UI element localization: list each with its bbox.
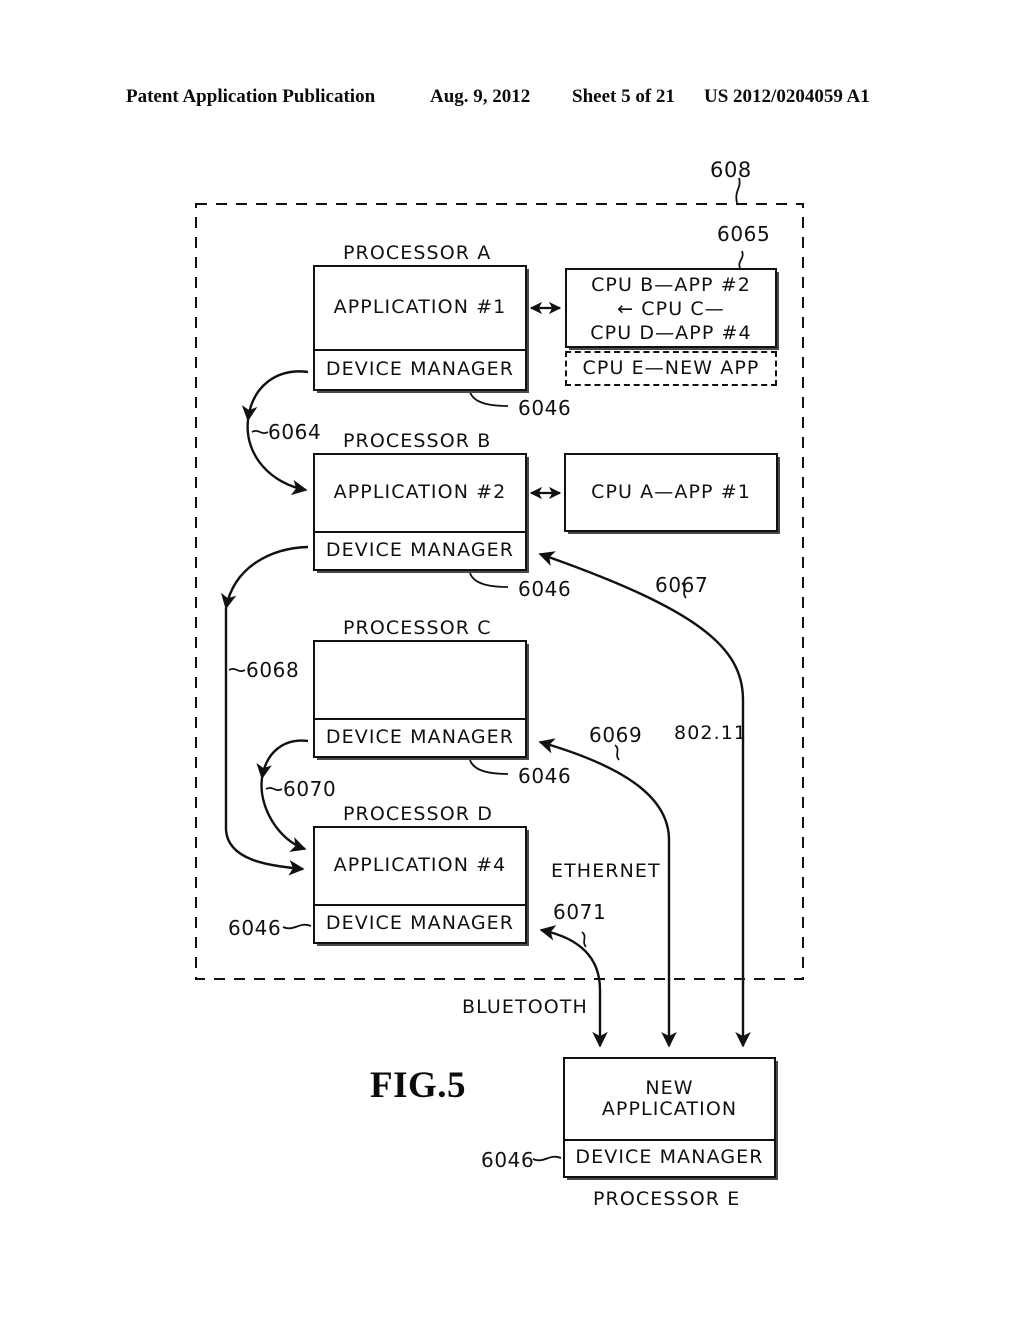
processor-e-title: PROCESSOR E xyxy=(593,1188,741,1210)
patent-sheet: Patent Application Publication Aug. 9, 2… xyxy=(0,0,1024,1320)
processor-e-device-manager: DEVICE MANAGER xyxy=(575,1146,764,1169)
ref-6067: 6067 xyxy=(655,573,709,597)
processor-d-box: APPLICATION #4 DEVICE MANAGER xyxy=(313,826,527,944)
ref-6065: 6065 xyxy=(717,222,771,246)
cpu-assignment-line-2: ← CPU C— xyxy=(617,297,725,320)
header-publication: Patent Application Publication xyxy=(126,86,376,107)
processor-b-application: APPLICATION #2 xyxy=(333,481,507,504)
ref-6046-processor-b: 6046 xyxy=(518,577,572,601)
ref-6064: 6064 xyxy=(268,420,322,444)
processor-c-application xyxy=(315,642,525,718)
ref-6069: 6069 xyxy=(589,723,643,747)
processor-a-application: APPLICATION #1 xyxy=(333,296,507,319)
ref-6070: 6070 xyxy=(283,777,337,801)
header-sheet: Sheet 5 of 21 xyxy=(572,86,675,107)
processor-e-application: NEW APPLICATION xyxy=(601,1076,738,1120)
ref-6046-processor-a: 6046 xyxy=(518,396,572,420)
processor-b-device-manager: DEVICE MANAGER xyxy=(325,538,515,561)
processor-d-title: PROCESSOR D xyxy=(343,803,493,825)
cpu-assignment-line-1: CPU B—APP #2 xyxy=(591,273,751,296)
cpu-assignment-line-3: CPU D—APP #4 xyxy=(590,321,752,344)
ref-6046-processor-c: 6046 xyxy=(518,764,572,788)
processor-a-title: PROCESSOR A xyxy=(343,242,492,264)
header-patent-number: US 2012/0204059 A1 xyxy=(704,86,870,107)
cpu-assignment-pending-label: CPU E—NEW APP xyxy=(582,356,760,379)
ref-6071: 6071 xyxy=(553,900,607,924)
processor-d-application: APPLICATION #4 xyxy=(333,854,507,877)
processor-c-title: PROCESSOR C xyxy=(343,617,492,639)
label-bluetooth: BLUETOOTH xyxy=(462,996,588,1018)
header-date: Aug. 9, 2012 xyxy=(430,86,531,107)
processor-c-device-manager: DEVICE MANAGER xyxy=(325,725,515,748)
ref-608: 608 xyxy=(710,158,752,182)
cpu-assignment-box: CPU B—APP #2 ← CPU C— CPU D—APP #4 xyxy=(565,268,777,348)
processor-b-title: PROCESSOR B xyxy=(343,430,492,452)
cpu-a-app-label: CPU A—APP #1 xyxy=(591,480,751,503)
processor-c-box: DEVICE MANAGER xyxy=(313,640,527,758)
ref-6068: 6068 xyxy=(246,658,300,682)
cpu-assignment-pending-box: CPU E—NEW APP xyxy=(565,351,777,386)
processor-a-box: APPLICATION #1 DEVICE MANAGER xyxy=(313,265,527,391)
label-ethernet: ETHERNET xyxy=(551,860,661,882)
processor-e-box: NEW APPLICATION DEVICE MANAGER xyxy=(563,1057,776,1178)
cpu-a-app-box: CPU A—APP #1 xyxy=(564,453,778,532)
processor-a-device-manager: DEVICE MANAGER xyxy=(325,357,515,380)
figure-caption: FIG.5 xyxy=(370,1065,467,1106)
label-802-11: 802.11 xyxy=(674,722,748,744)
processor-b-box: APPLICATION #2 DEVICE MANAGER xyxy=(313,453,527,571)
ref-6046-processor-d: 6046 xyxy=(228,916,282,940)
ref-6046-processor-e: 6046 xyxy=(481,1148,535,1172)
processor-d-device-manager: DEVICE MANAGER xyxy=(325,911,515,934)
